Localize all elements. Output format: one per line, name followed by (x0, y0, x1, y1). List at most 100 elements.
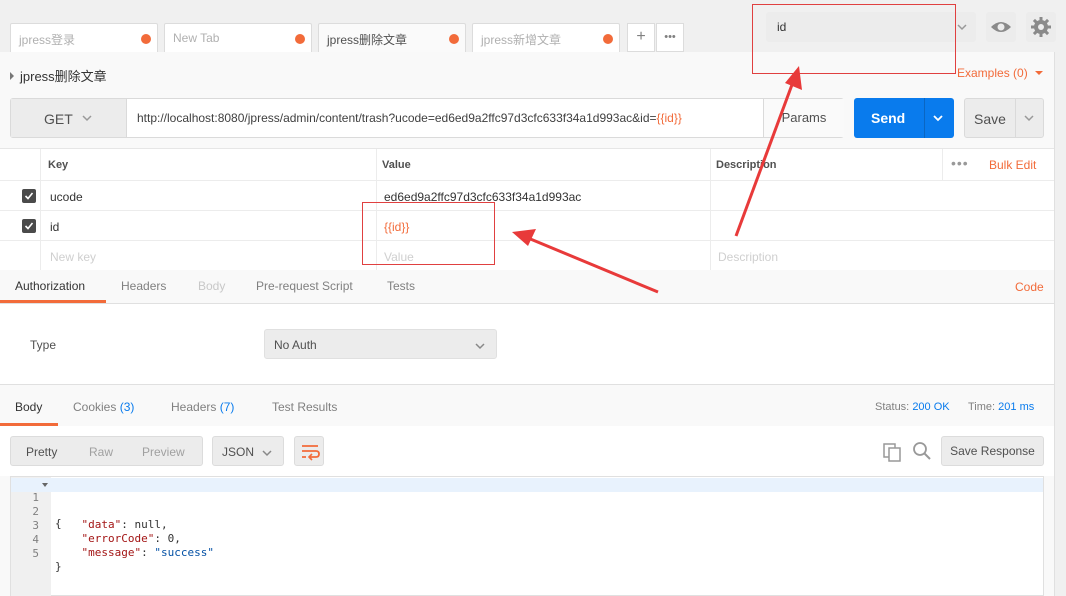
code-line: 5 } (11, 534, 1043, 573)
environment-quick-look-button[interactable] (986, 12, 1016, 42)
preview-button[interactable]: Preview (142, 445, 185, 459)
key-column-header: Key (48, 159, 69, 171)
tab-pre-request-script[interactable]: Pre-request Script (256, 279, 353, 293)
chevron-down-icon (82, 115, 92, 122)
save-button[interactable]: Save (964, 98, 1044, 138)
tab-headers[interactable]: Headers (121, 279, 166, 293)
response-tab-test-results[interactable]: Test Results (272, 400, 337, 414)
method-select[interactable]: GET (11, 99, 127, 137)
divider (710, 149, 711, 271)
time-value[interactable]: 201 ms (998, 401, 1034, 413)
row-checkbox[interactable] (22, 189, 36, 203)
request-tab-active[interactable]: jpress删除文章 (318, 23, 466, 52)
response-tab-body[interactable]: Body (15, 400, 42, 414)
request-name-text: jpress删除文章 (20, 69, 107, 84)
params-table-header: Key Value Description ••• Bulk Edit (0, 149, 1054, 181)
response-toolbar: Pretty Raw Preview JSON Save Response (0, 426, 1054, 476)
request-tab[interactable]: jpress登录 (10, 23, 158, 52)
unsaved-dot-icon (141, 34, 151, 44)
params-button[interactable]: Params (763, 99, 844, 137)
eye-icon (991, 22, 1011, 32)
new-description-input[interactable]: Description (718, 250, 778, 264)
wrap-lines-icon (302, 445, 320, 461)
request-tab[interactable]: New Tab (164, 23, 312, 52)
save-response-button[interactable]: Save Response (941, 436, 1044, 466)
tab-tests[interactable]: Tests (387, 279, 415, 293)
examples-dropdown[interactable]: Examples (0) (957, 66, 1044, 80)
unsaved-dot-icon (603, 34, 613, 44)
chevron-down-icon[interactable] (932, 112, 944, 124)
table-row: id {{id}} (0, 211, 1054, 241)
param-key[interactable]: id (50, 220, 59, 234)
request-tab-label: New Tab (173, 31, 220, 45)
divider (1015, 99, 1016, 137)
divider (40, 149, 41, 271)
authorization-panel: Type No Auth (0, 304, 1054, 384)
fold-toggle-icon[interactable] (42, 483, 48, 487)
tab-body[interactable]: Body (198, 279, 225, 293)
send-label: Send (871, 110, 906, 126)
url-text: http://localhost:8080/jpress/admin/conte… (137, 111, 657, 125)
time-info: Time: 201 ms (968, 401, 1034, 413)
tab-label: Cookies (73, 400, 117, 414)
chevron-down-icon[interactable] (1023, 112, 1035, 124)
send-button[interactable]: Send (854, 98, 954, 138)
raw-button[interactable]: Raw (89, 445, 113, 459)
request-tab[interactable]: jpress新增文章 (472, 23, 620, 52)
status-info: Status: 200 OK (875, 401, 950, 413)
view-mode-group: Pretty Raw Preview (10, 436, 203, 466)
more-options-button[interactable]: ••• (951, 155, 969, 171)
cookies-count: (3) (119, 400, 135, 414)
wrap-lines-button[interactable] (294, 436, 324, 466)
headers-count: (7) (219, 400, 235, 414)
code-link[interactable]: Code (1015, 280, 1044, 294)
tab-label: Headers (171, 400, 217, 414)
chevron-down-icon (957, 24, 967, 31)
bulk-edit-link[interactable]: Bulk Edit (989, 158, 1036, 172)
code-line: 2 "data": null, (11, 492, 1043, 531)
request-tab-label: jpress删除文章 (327, 33, 408, 47)
url-input[interactable]: http://localhost:8080/jpress/admin/conte… (137, 111, 682, 125)
response-tab-headers[interactable]: Headers (7) (171, 400, 234, 414)
examples-label: Examples (0) (957, 66, 1028, 80)
table-row: ucode ed6ed9a2ffc97d3cfc633f34a1d993ac (0, 181, 1054, 211)
line-number: 5 (32, 547, 39, 560)
code-line: 1 { (11, 478, 1043, 530)
row-checkbox[interactable] (22, 219, 36, 233)
check-icon (24, 192, 34, 200)
request-name[interactable]: jpress删除文章 (10, 66, 107, 85)
format-select[interactable]: JSON (212, 436, 284, 466)
manage-environments-button[interactable] (1026, 12, 1056, 42)
description-column-header: Description (716, 159, 777, 171)
param-key[interactable]: ucode (50, 190, 83, 204)
check-icon (24, 222, 34, 230)
caret-down-icon (1035, 71, 1044, 75)
tab-more-button[interactable]: ••• (656, 23, 684, 52)
status-value[interactable]: 200 OK (912, 401, 949, 413)
annotation-box-variable (362, 202, 495, 265)
new-tab-button[interactable]: + (627, 23, 655, 52)
code-line: 3 "errorCode": 0, (11, 506, 1043, 545)
response-body-editor[interactable]: 1 { 2 "data": null, 3 "errorCode": 0, 4 … (10, 476, 1044, 596)
method-value: GET (44, 111, 73, 127)
new-key-input[interactable]: New key (50, 250, 96, 264)
url-variable: {{id}} (656, 111, 682, 125)
response-tabs: Body Cookies (3) Headers (7) Test Result… (0, 384, 1054, 426)
table-row-new: New key Value Description (0, 241, 1054, 271)
response-tab-cookies[interactable]: Cookies (3) (73, 400, 134, 414)
request-tab-label: jpress登录 (19, 33, 76, 47)
pretty-button[interactable]: Pretty (26, 445, 57, 459)
search-icon[interactable] (912, 441, 932, 461)
auth-type-label: Type (30, 338, 57, 352)
auth-type-value: No Auth (274, 338, 317, 352)
time-label: Time: (968, 401, 996, 413)
unsaved-dot-icon (295, 34, 305, 44)
scrollbar[interactable] (1054, 52, 1066, 596)
format-value: JSON (222, 445, 255, 459)
save-label: Save (974, 111, 1006, 127)
gear-icon (1031, 17, 1051, 37)
tab-authorization[interactable]: Authorization (15, 279, 85, 293)
copy-icon[interactable] (882, 442, 902, 462)
auth-type-select[interactable]: No Auth (264, 329, 497, 359)
annotation-box-environment (752, 4, 956, 74)
